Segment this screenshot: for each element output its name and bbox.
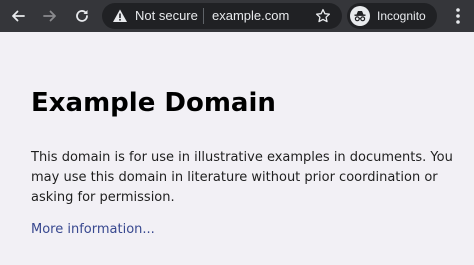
- incognito-indicator[interactable]: Incognito: [347, 3, 437, 29]
- forward-button[interactable]: [38, 4, 62, 28]
- security-status-label[interactable]: Not secure: [135, 8, 198, 24]
- incognito-label: Incognito: [377, 9, 426, 23]
- arrow-left-icon: [12, 10, 25, 22]
- address-bar[interactable]: Not secure example.com: [102, 3, 342, 29]
- warning-triangle-icon[interactable]: [112, 8, 128, 24]
- page-content: Example Domain This domain is for use in…: [0, 32, 474, 265]
- browser-toolbar: Not secure example.com Incognito: [0, 0, 474, 32]
- omnibox-divider: [203, 8, 204, 24]
- back-button[interactable]: [6, 4, 30, 28]
- arrow-right-icon: [43, 10, 56, 22]
- reload-button[interactable]: [70, 4, 94, 28]
- star-icon[interactable]: [315, 8, 331, 24]
- page-title: Example Domain: [31, 88, 276, 118]
- url-text[interactable]: example.com: [212, 8, 289, 24]
- three-dot-menu-icon[interactable]: [448, 4, 468, 28]
- reload-icon: [76, 10, 88, 22]
- more-information-link[interactable]: More information...: [31, 220, 155, 240]
- page-description: This domain is for use in illustrative e…: [31, 150, 453, 205]
- incognito-icon: [350, 6, 370, 26]
